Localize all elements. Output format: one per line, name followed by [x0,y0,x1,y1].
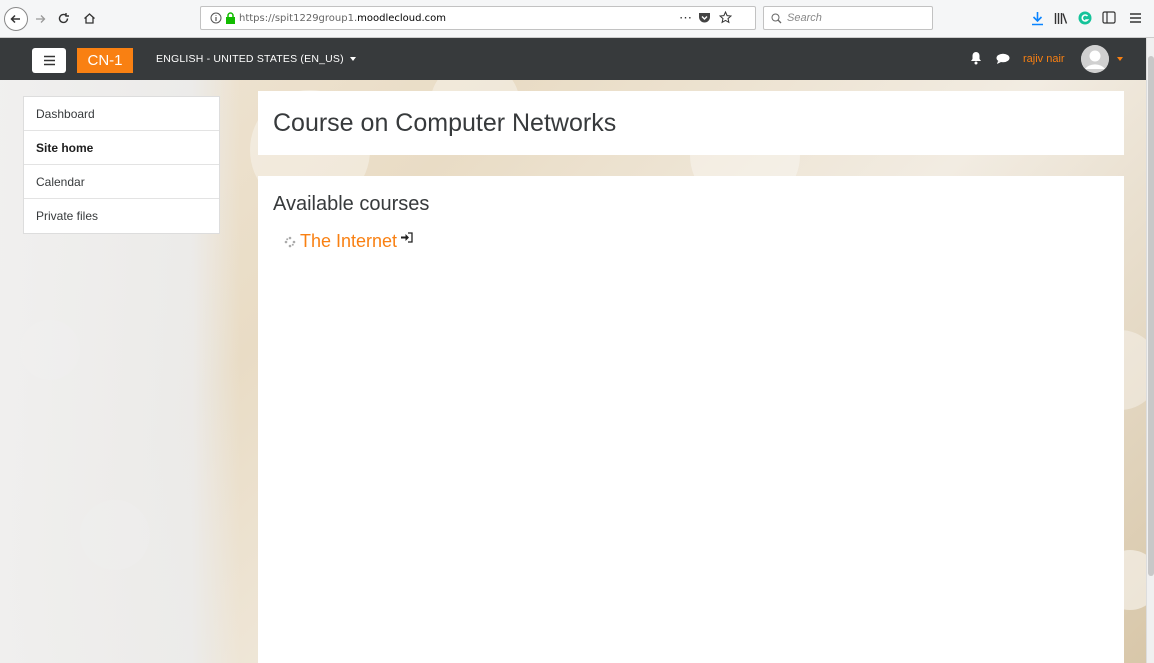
page-title: Course on Computer Networks [273,109,617,137]
course-expand-icon[interactable] [284,236,296,248]
avatar[interactable] [1081,45,1109,73]
grammarly-icon[interactable] [1078,11,1092,25]
download-icon[interactable] [1031,11,1044,26]
caret-down-icon [349,57,356,61]
lock-icon [226,12,235,24]
section-title: Available courses [273,193,430,215]
notification-bell-icon[interactable] [970,51,982,65]
self-enrol-icon [401,232,413,243]
info-icon [210,12,222,24]
course-link[interactable]: The Internet [300,231,397,252]
reload-button[interactable] [52,0,74,37]
home-button[interactable] [78,0,100,37]
hamburger-icon [43,55,55,66]
page-actions-menu[interactable]: ⋯ [679,10,692,26]
url-bar[interactable]: https://spit1229group1.moodlecloud.com ⋯ [200,6,756,30]
back-button[interactable] [4,7,28,31]
back-arrow-icon [10,14,20,24]
page-header-card: Course on Computer Networks [258,91,1124,155]
nav-drawer: Dashboard Site home Calendar Private fil… [23,96,220,234]
bookmark-star-icon[interactable] [719,11,732,24]
site-brand-link[interactable]: CN-1 [77,48,133,73]
url-text: https://spit1229group1.moodlecloud.com [239,12,447,24]
sidebar-item-site-home[interactable]: Site home [24,131,219,165]
sidebar-toggle-icon[interactable] [1102,11,1116,24]
course-list-item: The Internet [284,231,413,252]
scrollbar-thumb[interactable] [1148,56,1154,576]
menu-icon[interactable] [1129,12,1142,24]
search-icon [771,13,782,23]
sidebar-item-dashboard[interactable]: Dashboard [24,97,219,131]
home-icon [83,13,95,24]
search-bar[interactable]: Search [763,6,933,30]
reload-icon [58,13,69,24]
search-placeholder: Search [787,12,822,24]
user-avatar-icon [1081,45,1109,73]
page-scrollbar[interactable] [1146,38,1154,663]
browser-toolbar: https://spit1229group1.moodlecloud.com ⋯… [0,0,1154,38]
language-menu[interactable]: ENGLISH - UNITED STATES (EN_US) [156,38,356,80]
main-content-card: Available courses The Internet [258,176,1124,663]
forward-button[interactable] [30,0,50,37]
caret-down-icon[interactable] [1117,57,1123,61]
drawer-toggle-button[interactable] [32,48,66,73]
library-icon[interactable] [1054,12,1068,25]
top-navbar: CN-1 ENGLISH - UNITED STATES (EN_US) raj… [0,38,1146,80]
pocket-icon[interactable] [698,12,711,24]
sidebar-item-private-files[interactable]: Private files [24,199,219,233]
forward-arrow-icon [36,14,46,23]
user-menu-name[interactable]: rajiv nair [1023,38,1065,80]
messages-icon[interactable] [996,53,1010,64]
language-label: ENGLISH - UNITED STATES (EN_US) [156,53,344,65]
sidebar-item-calendar[interactable]: Calendar [24,165,219,199]
